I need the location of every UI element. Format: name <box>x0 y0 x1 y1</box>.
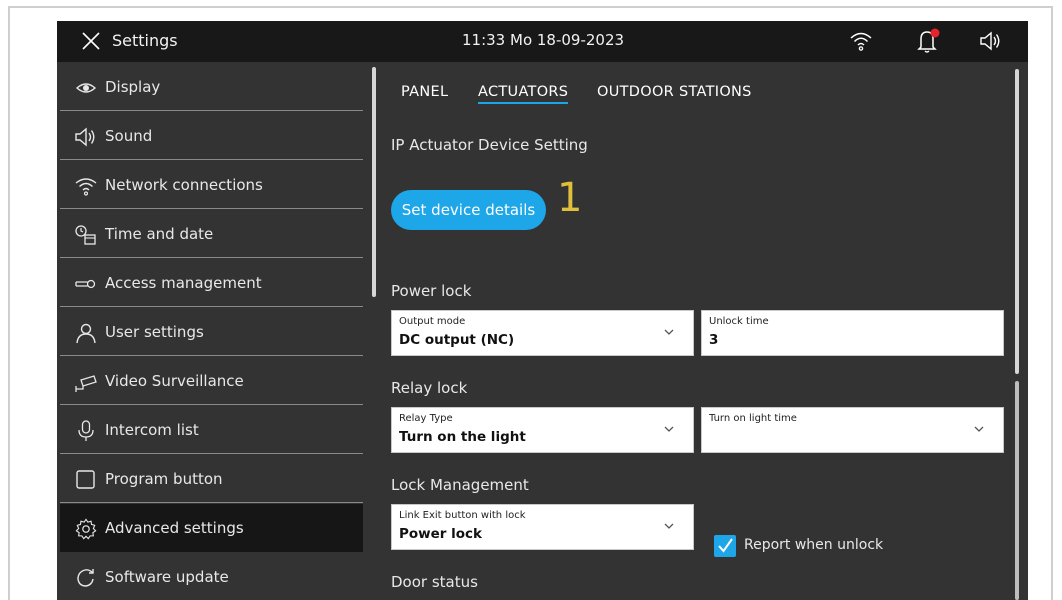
sidebar-item-program-button[interactable]: Program button <box>60 455 363 503</box>
sidebar-item-user-settings[interactable]: User settings <box>60 308 363 356</box>
power-lock-title: Power lock <box>391 282 472 300</box>
sidebar-item-software-update[interactable]: Software update <box>60 553 363 600</box>
lock-management-title: Lock Management <box>391 476 529 494</box>
field-value: DC output (NC) <box>399 332 515 348</box>
settings-sidebar: Display Sound Network connections Time a… <box>57 63 363 600</box>
field-label: Relay Type <box>399 413 453 424</box>
checkmark-icon <box>718 538 733 553</box>
tab-outdoor-stations[interactable]: OUTDOOR STATIONS <box>597 84 752 100</box>
clock-date: 11:33 Mo 18-09-2023 <box>462 31 625 49</box>
output-mode-select[interactable]: Output mode DC output (NC) <box>391 310 694 356</box>
chevron-down-icon <box>664 426 674 432</box>
field-value: Turn on the light <box>399 429 526 445</box>
sidebar-item-label: Software update <box>105 568 229 586</box>
square-icon <box>76 470 95 489</box>
eye-icon <box>75 83 97 93</box>
sidebar-item-network[interactable]: Network connections <box>60 161 363 209</box>
top-bar: Settings 11:33 Mo 18-09-2023 <box>57 21 1028 62</box>
set-device-details-button[interactable]: Set device details <box>391 190 546 230</box>
wifi-icon[interactable] <box>849 29 873 53</box>
sidebar-item-time-date[interactable]: Time and date <box>60 210 363 258</box>
chevron-down-icon <box>974 426 984 432</box>
light-time-select[interactable]: Turn on light time <box>701 407 1004 453</box>
sidebar-item-label: Sound <box>105 127 153 145</box>
sidebar-item-label: Network connections <box>105 176 263 194</box>
sidebar-item-label: Video Surveillance <box>105 372 244 390</box>
sidebar-item-label: User settings <box>105 323 204 341</box>
page-title: Settings <box>112 31 178 50</box>
main-panel: PANEL ACTUATORS OUTDOOR STATIONS IP Actu… <box>377 63 1017 600</box>
relay-lock-title: Relay lock <box>391 379 468 397</box>
sidebar-item-label: Advanced settings <box>105 519 244 537</box>
chevron-down-icon <box>664 329 674 335</box>
user-icon <box>76 323 96 344</box>
key-icon <box>75 279 96 289</box>
report-unlock-checkbox[interactable] <box>714 535 736 557</box>
main-scrollbar[interactable] <box>1015 69 1019 374</box>
unlock-time-field[interactable]: Unlock time 3 <box>701 310 1004 356</box>
clock-calendar-icon <box>75 225 96 245</box>
sidebar-item-display[interactable]: Display <box>60 63 363 111</box>
camera-icon <box>75 375 97 392</box>
sidebar-item-video-surveillance[interactable]: Video Surveillance <box>60 357 363 405</box>
settings-screen: Settings 11:33 Mo 18-09-2023 Display Sou… <box>57 21 1028 600</box>
link-exit-button-select[interactable]: Link Exit button with lock Power lock <box>391 504 694 550</box>
notification-dot <box>930 28 940 38</box>
sidebar-item-label: Access management <box>105 274 262 292</box>
sidebar-item-label: Time and date <box>105 225 214 243</box>
sidebar-item-sound[interactable]: Sound <box>60 112 363 160</box>
bell-icon[interactable] <box>915 27 941 55</box>
field-label: Link Exit button with lock <box>399 510 526 521</box>
sidebar-item-access-management[interactable]: Access management <box>60 259 363 307</box>
sidebar-item-label: Program button <box>105 470 223 488</box>
chevron-down-icon <box>664 523 674 529</box>
wifi-icon <box>75 178 97 196</box>
sidebar-item-label: Intercom list <box>105 421 199 439</box>
close-icon[interactable] <box>81 31 101 51</box>
microphone-icon <box>78 420 94 441</box>
sidebar-scrollbar[interactable] <box>372 67 376 297</box>
door-status-title: Door status <box>391 573 478 591</box>
step-number: 1 <box>557 175 583 221</box>
field-label: Output mode <box>399 316 466 327</box>
field-value: 3 <box>709 332 719 348</box>
field-label: Unlock time <box>709 316 769 327</box>
field-label: Turn on light time <box>709 413 797 424</box>
tab-panel[interactable]: PANEL <box>401 84 448 100</box>
ip-actuator-title: IP Actuator Device Setting <box>391 136 588 154</box>
main-scrollbar-track <box>1015 381 1019 600</box>
sidebar-item-intercom-list[interactable]: Intercom list <box>60 406 363 454</box>
report-unlock-label: Report when unlock <box>744 537 884 553</box>
speaker-icon <box>75 127 95 147</box>
relay-type-select[interactable]: Relay Type Turn on the light <box>391 407 694 453</box>
tab-actuators[interactable]: ACTUATORS <box>478 84 569 104</box>
speaker-icon[interactable] <box>979 30 1003 52</box>
sidebar-item-label: Display <box>105 78 161 96</box>
field-value: Power lock <box>399 526 483 542</box>
refresh-icon <box>77 569 94 587</box>
gear-icon <box>75 518 97 540</box>
sidebar-item-advanced-settings[interactable]: Advanced settings <box>60 504 363 552</box>
